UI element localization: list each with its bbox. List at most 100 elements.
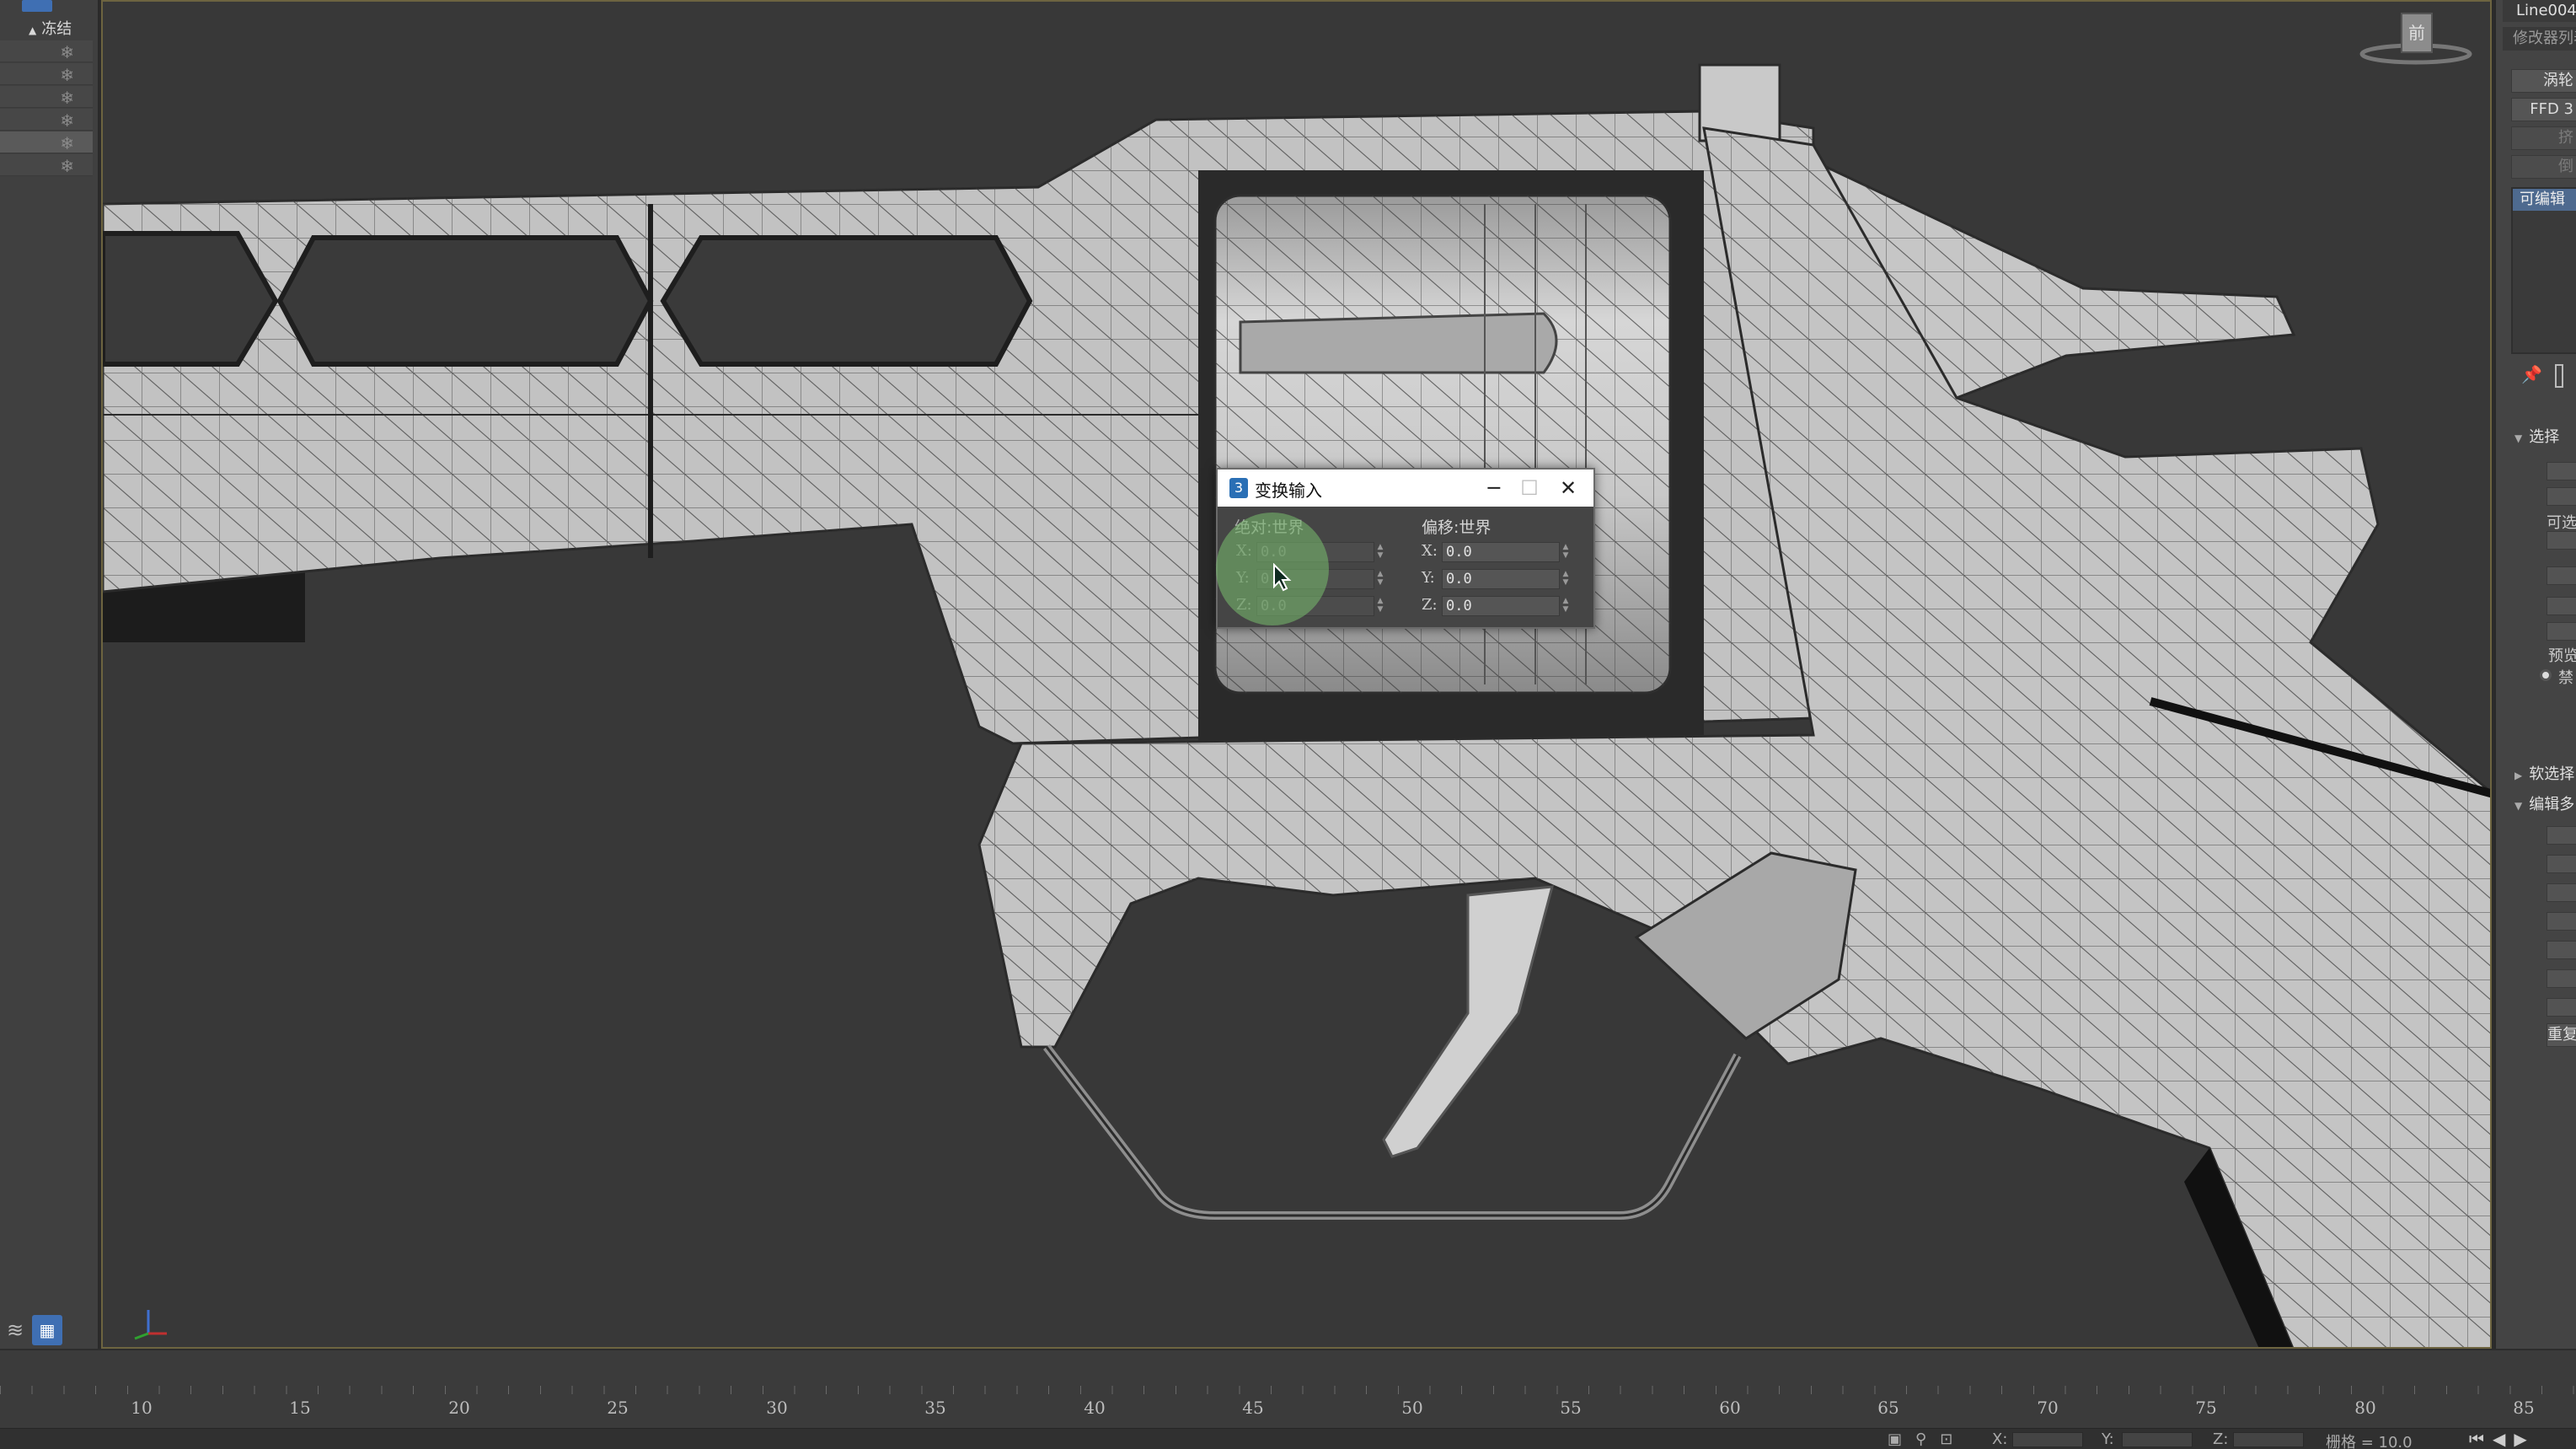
front-viewport[interactable]: 前 (101, 0, 2492, 1349)
sort-arrow-icon: ▲ (29, 24, 37, 36)
explorer-row[interactable]: ❄ (0, 40, 93, 62)
minimize-icon[interactable]: ─ (1477, 473, 1511, 503)
edit-poly-button[interactable] (2547, 826, 2576, 845)
rollout-collapsed-icon: ▶ (2514, 770, 2523, 781)
axis-label: Y: (1236, 569, 1250, 587)
selection-option[interactable] (2547, 597, 2576, 615)
explorer-row[interactable]: ❄ (0, 63, 93, 85)
absolute-world-label: 绝对:世界 (1234, 518, 1304, 537)
modifier-button-turbosmooth[interactable]: 涡轮 (2511, 69, 2576, 93)
pin-stack-icon[interactable]: 📌 (2521, 364, 2542, 384)
edit-poly-button[interactable] (2547, 969, 2576, 988)
freeze-icon[interactable]: ❄ (60, 88, 74, 108)
modifier-button-chamfer[interactable]: 倒 (2511, 155, 2576, 179)
tick-label: 60 (1719, 1398, 1741, 1418)
freeze-icon[interactable]: ❄ (60, 42, 74, 62)
viewcube[interactable]: 前 (2353, 5, 2479, 66)
grid-size-label: 栅格 = 10.0 (2326, 1434, 2413, 1449)
spinner-arrows-icon[interactable]: ▲ ▼ (1375, 597, 1385, 615)
axis-label: Z: (1236, 596, 1252, 614)
tick-label: 20 (448, 1398, 470, 1418)
freeze-icon[interactable]: ❄ (60, 133, 74, 153)
tick-label: 25 (607, 1398, 629, 1418)
tick-label: 30 (766, 1398, 788, 1418)
selection-option[interactable] (2547, 622, 2576, 641)
y-coord-field[interactable] (2122, 1432, 2193, 1447)
rollout-expanded-icon: ▼ (2514, 432, 2523, 444)
layers-icon[interactable]: ≋ (7, 1318, 24, 1342)
axis-tripod (123, 1291, 174, 1342)
stack-item-editable-poly[interactable]: 可编辑 (2513, 189, 2576, 211)
absolute-z-field[interactable]: 0.0 (1256, 596, 1374, 616)
edit-poly-button[interactable] (2547, 941, 2576, 959)
edit-poly-button[interactable] (2547, 912, 2576, 931)
playback-controls[interactable]: ⏮◀▶ (2469, 1429, 2536, 1449)
tick-label: 75 (2195, 1398, 2217, 1418)
explorer-row[interactable]: ❄ (0, 109, 93, 131)
edit-poly-button[interactable] (2547, 998, 2576, 1017)
freeze-column-header[interactable]: ▲ 冻结 (29, 17, 72, 39)
viewcube-graphic[interactable]: 前 (2353, 5, 2479, 66)
selection-option[interactable] (2547, 531, 2576, 550)
explorer-row[interactable]: ❄ (0, 154, 93, 176)
axis-label: X: (1422, 542, 1438, 560)
explorer-row[interactable]: ❄ (0, 86, 93, 108)
offset-world-label: 偏移:世界 (1422, 518, 1492, 537)
offset-z-row: Z: 0.0 ▲ ▼ (1422, 596, 1573, 616)
tick-label: 15 (289, 1398, 311, 1418)
maximize-icon: ☐ (1520, 476, 1539, 500)
axis-tripod-graphic (134, 1310, 167, 1340)
object-name-field[interactable]: Line004 (2503, 0, 2576, 22)
axis-label: Z: (1422, 596, 1438, 614)
offset-x-field[interactable]: 0.0 (1442, 542, 1560, 562)
subobject-button[interactable] (2547, 462, 2576, 480)
command-panel: Line004 修改器列表 涡轮 FFD 3 挤 倒 可编辑 📌 ▼选择 可选 … (2494, 0, 2576, 1349)
preview-selection-label: 预览 (2548, 647, 2576, 665)
absolute-z-row: Z: 0.0 ▲ ▼ (1236, 596, 1388, 616)
show-end-result-icon[interactable] (2555, 364, 2563, 388)
rollout-edit-poly[interactable]: ▼ 编辑多 (2503, 792, 2576, 814)
selection-option[interactable] (2547, 566, 2576, 585)
scene-explorer-icon[interactable]: ▦ (32, 1315, 62, 1345)
spinner-arrows-icon[interactable]: ▲ ▼ (1375, 543, 1385, 561)
timeline-ruler[interactable] (0, 1386, 2576, 1394)
spinner-arrows-icon[interactable]: ▲ ▼ (1561, 570, 1571, 588)
app-icon: 3 (1229, 478, 1248, 498)
timeline[interactable]: 10 15 20 25 30 35 40 45 50 55 60 65 70 7… (0, 1349, 2576, 1428)
tick-label: 50 (1401, 1398, 1423, 1418)
status-tool-icons[interactable]: ▣⚲⊡ (1888, 1430, 1966, 1448)
modifier-button-extrude[interactable]: 挤 (2511, 126, 2576, 150)
explorer-toolbar-icon[interactable] (22, 0, 52, 12)
viewcube-face-label[interactable]: 前 (2408, 23, 2425, 43)
dialog-titlebar[interactable]: 3 变换输入 ─ ☐ ✕ (1218, 470, 1593, 507)
edit-poly-button[interactable] (2547, 883, 2576, 902)
edit-poly-button[interactable] (2547, 855, 2576, 873)
repeat-last-button[interactable]: 重复 (2547, 1023, 2576, 1047)
explorer-row-selected[interactable]: ❄ (0, 131, 93, 153)
rollout-expanded-icon: ▼ (2514, 800, 2523, 812)
spinner-arrows-icon[interactable]: ▲ ▼ (1561, 543, 1571, 561)
tick-label: 10 (131, 1398, 153, 1418)
freeze-icon[interactable]: ❄ (60, 110, 74, 131)
modifier-stack[interactable]: 可编辑 (2511, 187, 2576, 354)
freeze-icon[interactable]: ❄ (60, 156, 74, 176)
offset-y-field[interactable]: 0.0 (1442, 569, 1560, 589)
rollout-soft-selection[interactable]: ▶ 软选择 (2503, 762, 2576, 784)
offset-z-field[interactable]: 0.0 (1442, 596, 1560, 616)
explorer-footer: ≋ ▦ (0, 1312, 99, 1349)
tick-label: 45 (1242, 1398, 1264, 1418)
close-icon[interactable]: ✕ (1551, 473, 1585, 503)
transform-type-in-dialog[interactable]: 3 变换输入 ─ ☐ ✕ 绝对:世界 偏移:世界 X: 0.0 ▲▼ Y: 0.… (1216, 468, 1595, 629)
z-coord-field[interactable] (2233, 1432, 2304, 1447)
offset-y-row: Y: 0.0 ▲ ▼ (1422, 569, 1573, 589)
absolute-x-field[interactable]: 0.0 (1256, 542, 1374, 562)
modifier-list-dropdown[interactable]: 修改器列表 (2503, 27, 2576, 51)
x-coord-field[interactable] (2012, 1432, 2083, 1447)
selection-option[interactable] (2547, 487, 2576, 506)
modifier-button-ffd[interactable]: FFD 3 (2511, 98, 2576, 121)
spinner-arrows-icon[interactable]: ▲ ▼ (1561, 597, 1571, 615)
freeze-icon[interactable]: ❄ (60, 65, 74, 85)
spinner-arrows-icon[interactable]: ▲ ▼ (1375, 570, 1385, 588)
disable-radio[interactable] (2540, 669, 2552, 681)
rollout-selection[interactable]: ▼ 选择 (2503, 425, 2576, 447)
